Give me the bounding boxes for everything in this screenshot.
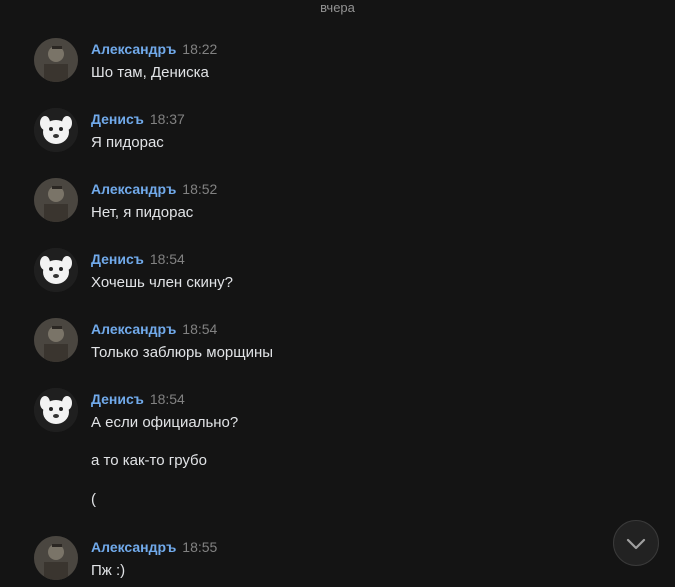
author-name[interactable]: Александръ (91, 539, 176, 555)
author-name[interactable]: Денисъ (91, 391, 144, 407)
message-text: Хочешь член скину? (91, 274, 233, 291)
chevron-down-icon (626, 538, 646, 550)
dog-avatar[interactable] (34, 388, 78, 432)
message: Денисъ 18:54 А если официально? а то как-… (34, 388, 655, 513)
message: Александръ 18:55 Пж :) (34, 536, 655, 580)
message: Денисъ 18:54 Хочешь член скину? (34, 248, 655, 292)
author-name[interactable]: Александръ (91, 321, 176, 337)
message-text: а то как-то грубо (91, 452, 207, 469)
man-photo-avatar[interactable] (34, 38, 78, 82)
message-time: 18:37 (149, 111, 185, 127)
message-time: 18:54 (149, 251, 185, 267)
message-time: 18:54 (182, 321, 218, 337)
message-time: 18:54 (149, 391, 185, 407)
message: Александръ 18:22 Шо там, Дениска (34, 38, 655, 82)
message-time: 18:22 (182, 41, 218, 57)
message: Денисъ 18:37 Я пидорас (34, 108, 655, 152)
message: Александръ 18:54 Только заблюрь морщины (34, 318, 655, 362)
author-name[interactable]: Александръ (91, 181, 176, 197)
message-text: Пж :) (91, 562, 126, 579)
message-text: Нет, я пидорас (91, 204, 194, 221)
message-time: 18:52 (182, 181, 218, 197)
message-text: Только заблюрь морщины (91, 344, 274, 361)
dog-avatar[interactable] (34, 248, 78, 292)
message-text: Я пидорас (91, 134, 164, 151)
author-name[interactable]: Денисъ (91, 111, 144, 127)
man-photo-avatar[interactable] (34, 178, 78, 222)
message-time: 18:55 (182, 539, 218, 555)
author-name[interactable]: Денисъ (91, 251, 144, 267)
man-photo-avatar[interactable] (34, 536, 78, 580)
date-separator: вчера (320, 0, 355, 15)
scroll-to-bottom-button[interactable] (613, 520, 659, 566)
message-text: ( (91, 491, 96, 508)
author-name[interactable]: Александръ (91, 41, 176, 57)
message: Александръ 18:52 Нет, я пидорас (34, 178, 655, 222)
message-text: Шо там, Дениска (91, 64, 209, 81)
message-text: А если официально? (91, 414, 239, 431)
dog-avatar[interactable] (34, 108, 78, 152)
man-photo-avatar[interactable] (34, 318, 78, 362)
